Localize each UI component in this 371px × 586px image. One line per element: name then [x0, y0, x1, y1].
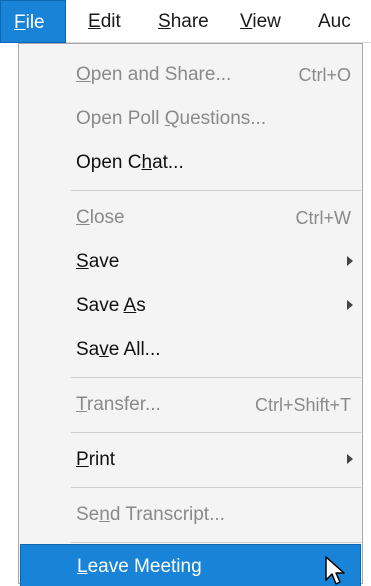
menu-view[interactable]: View — [240, 0, 281, 43]
menu-item-label: Open Chat... — [76, 152, 184, 173]
menu-item-label: Transfer... — [76, 394, 161, 415]
menu-separator — [71, 542, 361, 543]
menu-item-label: Open and Share... — [76, 64, 232, 85]
menu-item-save-as[interactable]: Save As — [60, 284, 361, 328]
menu-item-shortcut: Ctrl+Shift+T — [254, 395, 351, 415]
menu-file-mnemonic: F — [14, 12, 26, 33]
menu-separator — [71, 432, 361, 433]
menu-share-label: hare — [170, 11, 209, 32]
menu-item-open-and-share[interactable]: Open and Share... Ctrl+O — [60, 53, 361, 97]
menu-item-open-chat[interactable]: Open Chat... — [60, 141, 361, 185]
mouse-pointer-icon — [325, 556, 345, 585]
menu-item-print[interactable]: Print — [60, 438, 361, 482]
menu-item-shortcut: Ctrl+O — [298, 65, 351, 85]
menu-edit[interactable]: Edit — [88, 0, 121, 43]
menu-edit-mnemonic: E — [88, 11, 101, 32]
menu-item-label: Save As — [76, 295, 146, 316]
menu-view-label: iew — [252, 11, 281, 32]
menu-separator — [71, 377, 361, 378]
menu-item-leave-meeting[interactable]: Leave Meeting — [20, 544, 361, 586]
menu-audio-label: Auc — [318, 11, 351, 32]
menu-view-mnemonic: V — [240, 11, 253, 32]
menu-item-open-poll-questions[interactable]: Open Poll Questions... — [60, 97, 361, 141]
file-menu-dropdown: Open and Share... Ctrl+O Open Poll Quest… — [18, 43, 363, 586]
chevron-right-icon — [347, 300, 353, 310]
menu-item-save[interactable]: Save — [60, 240, 361, 284]
menu-bar: File Edit Share View Auc — [0, 0, 371, 43]
menu-audio[interactable]: Auc — [318, 0, 371, 43]
menu-share[interactable]: Share — [158, 0, 209, 43]
menu-item-close[interactable]: Close Ctrl+W — [60, 196, 361, 240]
menu-item-save-all[interactable]: Save All... — [60, 328, 361, 372]
menu-icon-gutter — [19, 44, 59, 583]
chevron-right-icon — [347, 256, 353, 266]
menu-file-label: ile — [25, 12, 45, 33]
menu-item-label: Save All... — [76, 339, 161, 360]
menu-item-send-transcript[interactable]: Send Transcript... — [60, 493, 361, 537]
menu-item-label: Send Transcript... — [76, 504, 225, 525]
menu-item-label: Close — [76, 207, 125, 228]
menu-item-transfer[interactable]: Transfer... Ctrl+Shift+T — [60, 383, 361, 427]
menu-item-label: Save — [76, 251, 120, 272]
chevron-right-icon — [347, 454, 353, 464]
menu-item-label: Open Poll Questions... — [76, 108, 267, 129]
app-window: File Edit Share View Auc Open and Share.… — [0, 0, 371, 586]
menu-item-shortcut: Ctrl+W — [295, 208, 352, 228]
menu-item-label: Print — [76, 449, 116, 470]
menu-file[interactable]: File — [0, 0, 66, 43]
menu-edit-label: dit — [100, 11, 121, 32]
menu-separator — [71, 487, 361, 488]
menu-share-mnemonic: S — [158, 11, 171, 32]
menu-item-label: Leave Meeting — [77, 556, 202, 577]
menu-separator — [71, 190, 361, 191]
